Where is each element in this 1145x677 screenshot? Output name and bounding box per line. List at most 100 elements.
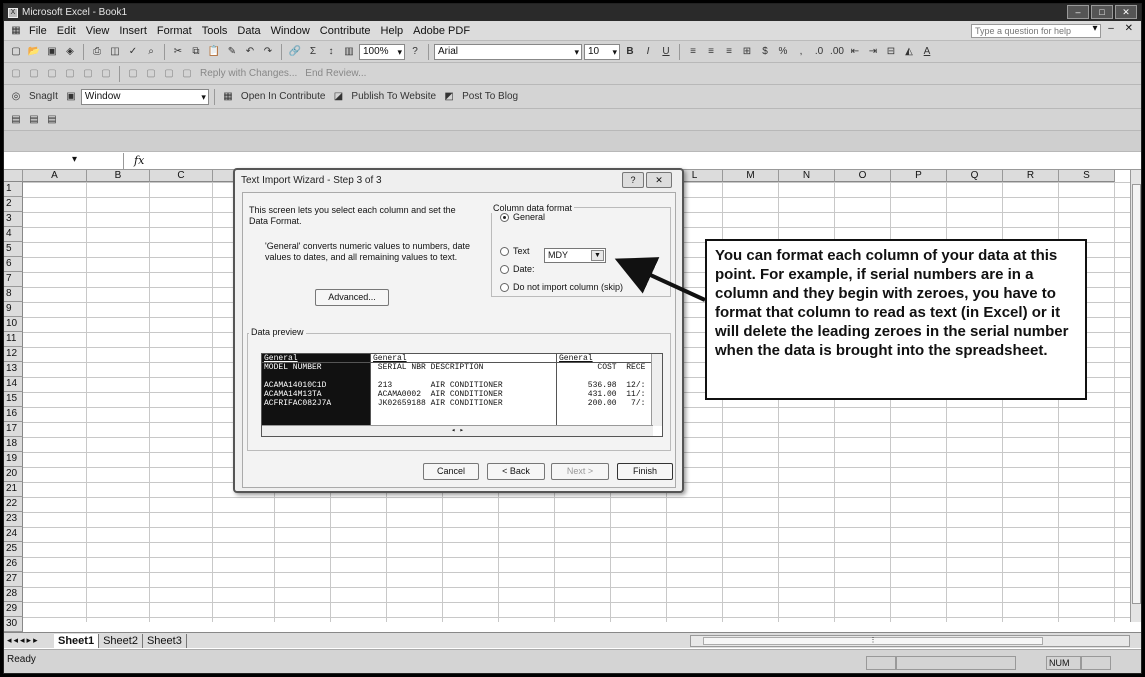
menu-contribute[interactable]: Contribute (315, 25, 376, 37)
row-header-12[interactable]: 12 (4, 347, 23, 362)
post-to-blog-button[interactable]: Post To Blog (459, 91, 521, 102)
row-header-13[interactable]: 13 (4, 362, 23, 377)
menu-insert[interactable]: Insert (114, 25, 152, 37)
radio-general[interactable]: General (500, 212, 545, 222)
row-header-18[interactable]: 18 (4, 437, 23, 452)
row-header-9[interactable]: 9 (4, 302, 23, 317)
publish-to-website-button[interactable]: Publish To Website (348, 91, 439, 102)
column-header-c[interactable]: C (150, 170, 213, 182)
percent-icon[interactable]: % (775, 44, 791, 60)
row-header-22[interactable]: 22 (4, 497, 23, 512)
insert-function-icon[interactable]: fx (134, 154, 144, 167)
snagit-capture-icon[interactable]: ▣ (63, 89, 79, 105)
new-icon[interactable]: ▢ (8, 44, 24, 60)
row-header-27[interactable]: 27 (4, 572, 23, 587)
row-header-2[interactable]: 2 (4, 197, 23, 212)
open-icon[interactable]: 📂 (26, 44, 42, 60)
review-icon[interactable]: ▢ (8, 66, 24, 82)
preview-vertical-scrollbar[interactable] (651, 354, 662, 426)
close-button[interactable]: ✕ (1115, 5, 1137, 19)
pdf-email-icon[interactable]: ▤ (26, 112, 42, 128)
column-header-s[interactable]: S (1059, 170, 1115, 182)
select-all-corner[interactable] (4, 170, 23, 182)
undo-icon[interactable]: ↶ (242, 44, 258, 60)
row-header-29[interactable]: 29 (4, 602, 23, 617)
row-header-15[interactable]: 15 (4, 392, 23, 407)
paste-icon[interactable]: 📋 (206, 44, 222, 60)
name-box[interactable] (4, 152, 124, 169)
excel-doc-icon[interactable]: ▦ (8, 23, 24, 39)
column-header-r[interactable]: R (1003, 170, 1059, 182)
row-header-24[interactable]: 24 (4, 527, 23, 542)
minimize-button[interactable]: – (1067, 5, 1089, 19)
column-header-m[interactable]: M (723, 170, 779, 182)
tab-sheet3[interactable]: Sheet3 (143, 633, 187, 648)
dialog-close-button[interactable]: ✕ (646, 172, 672, 188)
dialog-help-button[interactable]: ? (622, 172, 644, 188)
fill-color-icon[interactable]: ◭ (901, 44, 917, 60)
menu-window[interactable]: Window (266, 25, 315, 37)
review-icon[interactable]: ▢ (161, 66, 177, 82)
row-header-6[interactable]: 6 (4, 257, 23, 272)
menu-view[interactable]: View (81, 25, 115, 37)
tab-sheet2[interactable]: Sheet2 (99, 633, 143, 648)
radio-text[interactable]: Text (500, 246, 530, 256)
cut-icon[interactable]: ✂ (170, 44, 186, 60)
row-header-30[interactable]: 30 (4, 617, 23, 632)
radio-skip[interactable]: Do not import column (skip) (500, 282, 623, 292)
autosum-icon[interactable]: Σ (305, 44, 321, 60)
preview-horizontal-scrollbar[interactable]: ◂ ▸ (262, 425, 653, 436)
back-button[interactable]: < Back (487, 463, 545, 480)
row-header-4[interactable]: 4 (4, 227, 23, 242)
row-header-7[interactable]: 7 (4, 272, 23, 287)
date-format-combo[interactable]: MDY ▼ (544, 248, 606, 263)
review-icon[interactable]: ▢ (143, 66, 159, 82)
pdf-convert-icon[interactable]: ▤ (8, 112, 24, 128)
column-header-a[interactable]: A (23, 170, 87, 182)
row-header-14[interactable]: 14 (4, 377, 23, 392)
increase-indent-icon[interactable]: ⇥ (865, 44, 881, 60)
review-icon[interactable]: ▢ (125, 66, 141, 82)
row-header-5[interactable]: 5 (4, 242, 23, 257)
row-header-3[interactable]: 3 (4, 212, 23, 227)
row-header-23[interactable]: 23 (4, 512, 23, 527)
menu-edit[interactable]: Edit (52, 25, 81, 37)
print-icon[interactable]: ⎙ (89, 44, 105, 60)
column-header-o[interactable]: O (835, 170, 891, 182)
column-header-n[interactable]: N (779, 170, 835, 182)
horizontal-scrollbar[interactable]: ⋮ (690, 635, 1130, 647)
row-header-11[interactable]: 11 (4, 332, 23, 347)
row-header-25[interactable]: 25 (4, 542, 23, 557)
row-header-19[interactable]: 19 (4, 452, 23, 467)
review-icon[interactable]: ▢ (80, 66, 96, 82)
preview-column-1[interactable]: General MODEL NUMBER ACAMA14010C1D ACAMA… (262, 354, 370, 436)
cancel-button[interactable]: Cancel (423, 463, 479, 480)
copy-icon[interactable]: ⧉ (188, 44, 204, 60)
snagit-button[interactable]: SnagIt (26, 91, 61, 102)
permission-icon[interactable]: ◈ (62, 44, 78, 60)
next-button[interactable]: Next > (551, 463, 609, 480)
row-header-28[interactable]: 28 (4, 587, 23, 602)
data-preview-grid[interactable]: General MODEL NUMBER ACAMA14010C1D ACAMA… (261, 353, 663, 437)
font-color-icon[interactable]: A (919, 44, 935, 60)
chart-wizard-icon[interactable]: ▥ (341, 44, 357, 60)
chevron-down-icon[interactable]: ▼ (591, 250, 604, 261)
finish-button[interactable]: Finish (617, 463, 673, 480)
review-icon[interactable]: ▢ (98, 66, 114, 82)
borders-icon[interactable]: ⊟ (883, 44, 899, 60)
menu-file[interactable]: File (24, 25, 52, 37)
tab-sheet1[interactable]: Sheet1 (54, 633, 100, 648)
column-header-b[interactable]: B (87, 170, 150, 182)
doc-window-controls[interactable]: ▾ – ✕ (1092, 23, 1137, 34)
menu-data[interactable]: Data (232, 25, 265, 37)
format-painter-icon[interactable]: ✎ (224, 44, 240, 60)
reply-with-changes-button[interactable]: Reply with Changes... (197, 68, 300, 79)
decrease-decimal-icon[interactable]: .00 (829, 44, 845, 60)
menu-adobe-pdf[interactable]: Adobe PDF (408, 25, 475, 37)
row-header-17[interactable]: 17 (4, 422, 23, 437)
tab-navigation-arrows[interactable]: ◂◂◂▸▸ (4, 635, 54, 646)
decrease-indent-icon[interactable]: ⇤ (847, 44, 863, 60)
end-review-button[interactable]: End Review... (302, 68, 369, 79)
align-right-icon[interactable]: ≡ (721, 44, 737, 60)
preview-column-2[interactable]: General SERIAL NBR DESCRIPTION 213 AIR C… (370, 354, 556, 436)
